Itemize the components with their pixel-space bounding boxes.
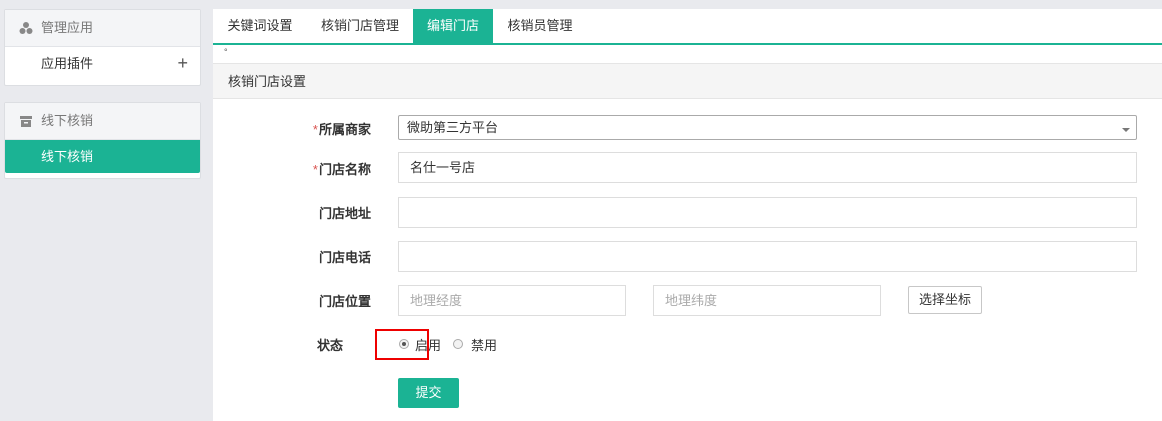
- panel-title: 管理应用: [41, 20, 94, 35]
- plus-icon[interactable]: +: [177, 47, 188, 80]
- merchant-select[interactable]: 微助第三方平台: [398, 115, 1137, 140]
- tab-edit-store[interactable]: 编辑门店: [413, 9, 493, 43]
- panel-title: 线下核销: [41, 113, 94, 128]
- status-disable-label[interactable]: 禁用: [471, 335, 497, 354]
- panel-manage-apps: 管理应用 应用插件 +: [4, 9, 201, 86]
- tab-store-management[interactable]: 核销门店管理: [307, 9, 413, 43]
- sidebar-item-label: 应用插件: [41, 56, 94, 71]
- status-disable-radio[interactable]: [453, 339, 463, 349]
- chevron-down-icon: [1122, 128, 1130, 132]
- stray-dot: °: [224, 47, 228, 57]
- store-name-label: *门店名称: [312, 162, 371, 177]
- tab-keyword-settings[interactable]: 关键词设置: [213, 9, 307, 43]
- required-mark: *: [312, 122, 318, 137]
- location-label: 门店位置: [318, 294, 371, 309]
- sidebar-item-offline-verify[interactable]: 线下核销: [5, 140, 200, 173]
- tab-bar: 关键词设置 核销门店管理 编辑门店 核销员管理: [213, 9, 1162, 45]
- panel-offline-verify: 线下核销 线下核销: [4, 102, 201, 179]
- section-title: 核销门店设置: [213, 63, 1162, 99]
- required-mark: *: [312, 162, 318, 177]
- panel-header-offline-verify[interactable]: 线下核销: [5, 103, 200, 140]
- merchant-label: *所属商家: [312, 122, 371, 137]
- sidebar-item-plugins[interactable]: 应用插件 +: [5, 47, 200, 80]
- main-content: 关键词设置 核销门店管理 编辑门店 核销员管理 ° 核销门店设置 *所属商家 微…: [213, 9, 1162, 421]
- address-label: 门店地址: [318, 206, 371, 221]
- address-input[interactable]: [398, 197, 1137, 228]
- merchant-select-value: 微助第三方平台: [407, 120, 499, 135]
- tab-staff-management[interactable]: 核销员管理: [493, 9, 587, 43]
- panel-header-manage-apps[interactable]: 管理应用: [5, 10, 200, 47]
- sidebar: 管理应用 应用插件 + 线下核销 线下核销: [0, 0, 213, 421]
- box-icon: [20, 116, 32, 127]
- apps-icon: [19, 22, 33, 34]
- store-name-input[interactable]: 名仕一号店: [398, 152, 1137, 183]
- phone-label: 门店电话: [318, 250, 371, 265]
- phone-input[interactable]: [398, 241, 1137, 272]
- longitude-input[interactable]: 地理经度: [398, 285, 626, 316]
- select-coordinates-button[interactable]: 选择坐标: [908, 286, 982, 314]
- status-label: 状态: [316, 338, 343, 353]
- sidebar-item-label: 线下核销: [41, 149, 94, 164]
- highlight-box: [375, 329, 429, 360]
- submit-button[interactable]: 提交: [398, 378, 459, 408]
- latitude-input[interactable]: 地理纬度: [653, 285, 881, 316]
